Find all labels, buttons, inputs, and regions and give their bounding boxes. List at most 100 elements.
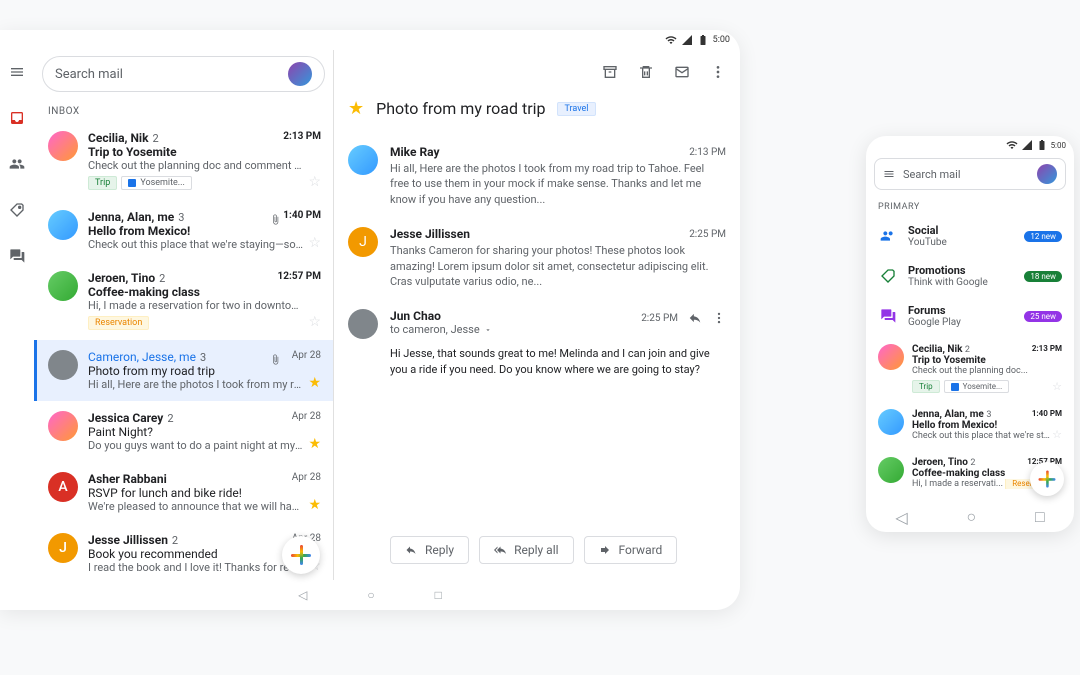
wifi-icon [1006, 139, 1018, 151]
file-chip[interactable]: Yosemite... [944, 380, 1010, 393]
email-item[interactable]: Cecilia, Nik2Trip to YosemiteCheck out t… [34, 121, 333, 200]
avatar [878, 344, 904, 370]
subject: Coffee-making class [88, 285, 321, 299]
star-icon[interactable]: ☆ [308, 314, 321, 330]
email-item[interactable]: AAsher RabbaniRSVP for lunch and bike ri… [34, 462, 333, 523]
reply-button[interactable]: Reply [390, 536, 469, 564]
email-list-pane: Search mail INBOX Cecilia, Nik2Trip to Y… [34, 50, 334, 580]
delete-icon[interactable] [638, 64, 654, 80]
trip-chip: Trip [88, 176, 117, 190]
avatar [48, 210, 78, 240]
senders: Asher Rabbani [88, 472, 321, 486]
star-icon[interactable]: ★ [308, 436, 321, 452]
reply-all-icon [494, 544, 506, 556]
time: 2:13 PM [689, 147, 726, 158]
category-item[interactable]: ForumsGoogle Play25 new [866, 296, 1074, 336]
home-button[interactable]: ○ [966, 507, 976, 527]
home-button[interactable]: ○ [367, 588, 374, 602]
star-icon[interactable]: ☆ [1052, 380, 1062, 393]
snippet: Hi all, Here are the photos I took from … [88, 378, 321, 391]
status-time: 5:00 [1051, 141, 1066, 150]
badge: 12 new [1024, 231, 1062, 242]
subject: Trip to Yosemite [912, 355, 1062, 366]
avatar [48, 350, 78, 380]
avatar [878, 409, 904, 435]
account-avatar[interactable] [288, 62, 312, 86]
reply-all-button[interactable]: Reply all [479, 536, 573, 564]
battery-icon [697, 34, 709, 46]
category-item[interactable]: SocialYouTube12 new [866, 216, 1074, 256]
category-sub: YouTube [908, 237, 1014, 248]
sender: Jesse Jillissen [390, 227, 726, 241]
detail-subject: Photo from my road trip [376, 99, 545, 118]
compose-fab[interactable] [282, 536, 320, 574]
time: 1:40 PM [283, 210, 321, 221]
nav-inbox[interactable] [5, 106, 29, 130]
back-button[interactable]: ◁ [298, 588, 307, 602]
email-item[interactable]: Cecilia, Nik 2Trip to YosemiteCheck out … [866, 336, 1074, 401]
mail-icon[interactable] [674, 64, 690, 80]
time: 12:57 PM [278, 271, 321, 282]
snippet: Do you guys want to do a paint night at … [88, 439, 321, 452]
menu-button[interactable] [5, 60, 29, 84]
message[interactable]: Jun Chaoto cameron, Jesse Hi Jesse, that… [348, 299, 726, 387]
snippet: Check out the planning doc... [912, 366, 1062, 376]
section-primary: PRIMARY [866, 194, 1074, 216]
forward-button[interactable]: Forward [584, 536, 678, 564]
tablet-device: 5:00 Search mail INBOX Cecilia, Nik2Trip… [0, 30, 740, 610]
forward-icon [599, 544, 611, 556]
star-icon[interactable]: ☆ [308, 174, 321, 190]
recent-button[interactable]: □ [1035, 507, 1045, 527]
subject: Trip to Yosemite [88, 145, 321, 159]
avatar [348, 145, 378, 175]
time: Apr 28 [292, 350, 321, 361]
snippet: We're pleased to announce that we will h… [88, 500, 321, 513]
search-input[interactable]: Search mail [42, 56, 325, 92]
star-icon[interactable]: ★ [308, 497, 321, 513]
email-item[interactable]: Jenna, Alan, me 3Hello from Mexico!Check… [866, 401, 1074, 449]
star-icon[interactable]: ☆ [1052, 428, 1062, 441]
avatar [348, 309, 378, 339]
battery-icon [1036, 139, 1048, 151]
email-item[interactable]: Jessica Carey2Paint Night?Do you guys wa… [34, 401, 333, 462]
nav-forum[interactable] [5, 244, 29, 268]
email-item[interactable]: Jeroen, Tino2Coffee-making classHi, I ma… [34, 261, 333, 340]
avatar: A [48, 472, 78, 502]
nav-tag[interactable] [5, 198, 29, 222]
more-icon[interactable] [710, 64, 726, 80]
compose-fab[interactable] [1030, 462, 1064, 496]
avatar: J [348, 227, 378, 257]
reply-icon[interactable] [688, 311, 702, 325]
archive-icon[interactable] [602, 64, 618, 80]
phone-nav-buttons: ◁ ○ □ [866, 502, 1074, 532]
category-title: Forums [908, 304, 1014, 317]
senders: Jessica Carey2 [88, 411, 321, 425]
avatar [48, 411, 78, 441]
message-text: Hi Jesse, that sounds great to me! Melin… [390, 346, 726, 377]
file-chip[interactable]: Yosemite... [121, 176, 192, 190]
search-placeholder: Search mail [903, 168, 961, 181]
attachment-icon [270, 350, 281, 369]
trip-chip: Trip [912, 380, 940, 393]
star-icon[interactable]: ☆ [308, 235, 321, 251]
phone-search[interactable]: Search mail [874, 158, 1066, 190]
back-button[interactable]: ◁ [895, 508, 907, 527]
phone-device: 5:00 Search mail PRIMARY SocialYouTube12… [866, 136, 1074, 532]
more-icon[interactable] [712, 311, 726, 325]
badge: 18 new [1024, 271, 1062, 282]
email-item[interactable]: Cameron, Jesse, me3Photo from my road tr… [34, 340, 333, 401]
email-item[interactable]: Jenna, Alan, me3Hello from Mexico!Check … [34, 200, 333, 261]
message[interactable]: JJesse JillissenThanks Cameron for shari… [348, 217, 726, 299]
message[interactable]: Mike RayHi all, Here are the photos I to… [348, 135, 726, 217]
nav-people[interactable] [5, 152, 29, 176]
email-list: Cecilia, Nik2Trip to YosemiteCheck out t… [34, 121, 333, 580]
tablet-statusbar: 5:00 [0, 30, 740, 50]
star-icon[interactable]: ★ [308, 375, 321, 391]
reservation-chip: Reservation [88, 316, 149, 330]
account-avatar[interactable] [1037, 164, 1057, 184]
time: 1:40 PM [1032, 409, 1062, 418]
signal-icon [1021, 139, 1033, 151]
star-icon[interactable]: ★ [348, 98, 364, 119]
recent-button[interactable]: □ [435, 588, 442, 602]
category-item[interactable]: PromotionsThink with Google18 new [866, 256, 1074, 296]
